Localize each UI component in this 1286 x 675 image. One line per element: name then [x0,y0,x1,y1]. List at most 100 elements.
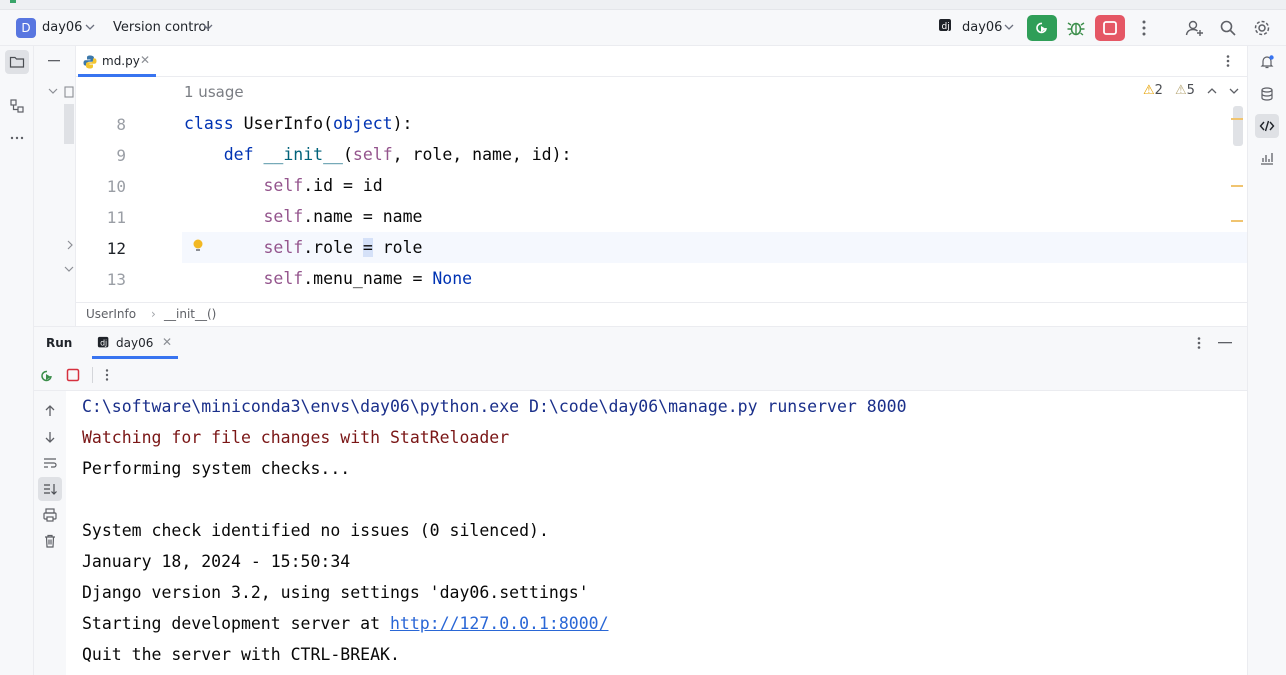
django-config-icon: dj [939,19,951,32]
minimize-icon[interactable] [1218,342,1232,344]
console-output[interactable]: C:\software\miniconda3\envs\day06\python… [66,391,1247,675]
chevron-right-icon[interactable] [66,240,74,250]
stop-icon [1103,21,1117,35]
arrow-up-icon[interactable] [42,403,58,419]
chevron-down-icon [1004,24,1014,30]
line-number: 11 [106,208,126,227]
version-control-dropdown[interactable]: Version control [113,20,210,35]
trash-icon[interactable] [42,533,58,549]
more-vertical-icon[interactable] [1192,336,1206,350]
console-line: Watching for file changes with StatReloa… [82,428,510,447]
editor-scrollbar[interactable] [1233,106,1243,146]
folder-icon [9,56,25,68]
console-line: Quit the server with CTRL-BREAK. [82,645,400,664]
chevron-down-icon [85,24,95,30]
settings-gear-icon[interactable] [1250,16,1274,40]
tab-label: md.py [102,54,140,68]
run-tab-day06[interactable]: day06 [116,336,153,350]
chevron-down-icon[interactable] [1228,86,1240,96]
chevron-down-icon[interactable] [64,264,74,274]
console-line: Django version 3.2, using settings 'day0… [82,583,589,602]
code-line-8[interactable]: class UserInfo(object): [184,114,413,133]
arrow-down-icon[interactable] [42,429,58,445]
line-number: 13 [106,270,126,289]
weak-warnings-indicator[interactable]: ⚠5 [1175,83,1195,98]
scroll-warning-marker [1231,185,1243,187]
rerun-icon [1036,22,1047,34]
code-brackets-icon [1259,120,1275,132]
python-file-icon [83,55,97,69]
warnings-indicator[interactable]: ⚠2 [1143,83,1163,98]
django-config-icon: dj [97,336,109,348]
run-header: Run dj day06 ✕ [34,327,1247,359]
notifications-bell-icon[interactable] [1259,54,1275,70]
code-line-10[interactable]: self.id = id [184,176,382,195]
window-top-strip [0,0,1286,10]
console-line: Performing system checks... [82,459,351,478]
server-url-link[interactable]: http://127.0.0.1:8000/ [390,614,609,633]
run-tab-close-icon[interactable]: ✕ [162,335,172,349]
project-badge[interactable]: D [16,18,36,38]
soft-wrap-icon[interactable] [42,455,58,471]
console-line-server: Starting development server at http://12… [82,614,609,633]
print-icon[interactable] [42,507,58,523]
warning-icon: ⚠ [1143,83,1155,98]
breadcrumb-class[interactable]: UserInfo [86,307,136,321]
code-line-13[interactable]: self.menu_name = None [184,269,472,288]
breadcrumb-separator: › [151,307,156,321]
chevron-down-icon[interactable] [48,86,58,96]
weak-warnings-count: 5 [1186,83,1195,98]
code-editor: md.py ✕ 1 usage ⚠2 ⚠5 8 9 10 11 12 13 cl… [76,46,1247,326]
chevron-down-icon [203,24,213,30]
top-strip-indicator [10,0,16,3]
chevron-up-icon[interactable] [1206,86,1218,96]
warnings-count: 2 [1154,83,1163,98]
minimize-icon[interactable] [46,60,62,62]
svg-text:dj: dj [100,339,107,348]
line-number: 8 [116,115,126,134]
database-icon[interactable] [1259,86,1275,102]
search-icon[interactable] [1216,16,1240,40]
title-bar: D day06 Version control dj day06 [0,10,1286,46]
scroll-warning-marker [1231,220,1243,222]
code-with-me-icon[interactable] [1182,16,1206,40]
more-vertical-icon[interactable] [100,368,114,382]
tab-close-icon[interactable]: ✕ [140,53,150,67]
more-vertical-icon[interactable] [1132,16,1156,40]
scroll-to-end-icon [44,484,57,495]
project-name-dropdown[interactable]: day06 [42,20,82,35]
rerun-icon[interactable] [39,368,55,384]
right-tool-window-bar [1247,46,1286,675]
code-line-9[interactable]: def __init__(self, role, name, id): [184,145,572,164]
project-tree-scrollbar[interactable] [64,104,74,144]
line-number: 9 [116,146,126,165]
rerun-button[interactable] [1027,15,1057,41]
code-tool-button[interactable] [1255,114,1279,138]
stop-icon[interactable] [66,368,80,382]
run-config-dropdown[interactable]: day06 [962,20,1002,35]
console-side-toolbar [34,391,66,675]
project-tool-button[interactable] [5,50,29,74]
more-vertical-icon[interactable] [1221,54,1235,68]
code-line-12[interactable]: self.role = role [184,238,422,257]
more-horizontal-icon[interactable] [9,130,25,146]
svg-text:dj: dj [942,22,950,32]
structure-icon[interactable] [9,98,25,114]
breadcrumb: UserInfo › __init__() [76,302,1247,326]
console-line: January 18, 2024 - 15:50:34 [82,552,351,571]
code-line-11[interactable]: self.name = name [184,207,422,226]
weak-warning-icon: ⚠ [1175,83,1187,98]
run-tool-window: Run dj day06 ✕ C:\software\miniconda3\en… [34,326,1247,675]
project-panel-collapsed [34,46,76,326]
debug-icon[interactable] [1064,16,1088,40]
tab-md-py[interactable]: md.py ✕ [78,46,156,77]
profiler-chart-icon[interactable] [1259,150,1275,166]
scroll-warning-marker [1231,118,1243,120]
editor-tab-bar: md.py ✕ [76,46,1247,77]
breadcrumb-method[interactable]: __init__() [164,307,216,321]
line-number: 10 [106,177,126,196]
usage-inlay-hint[interactable]: 1 usage [184,83,244,101]
stop-button[interactable] [1095,15,1125,41]
run-panel-title: Run [46,336,73,350]
scroll-to-end-button[interactable] [38,477,62,501]
